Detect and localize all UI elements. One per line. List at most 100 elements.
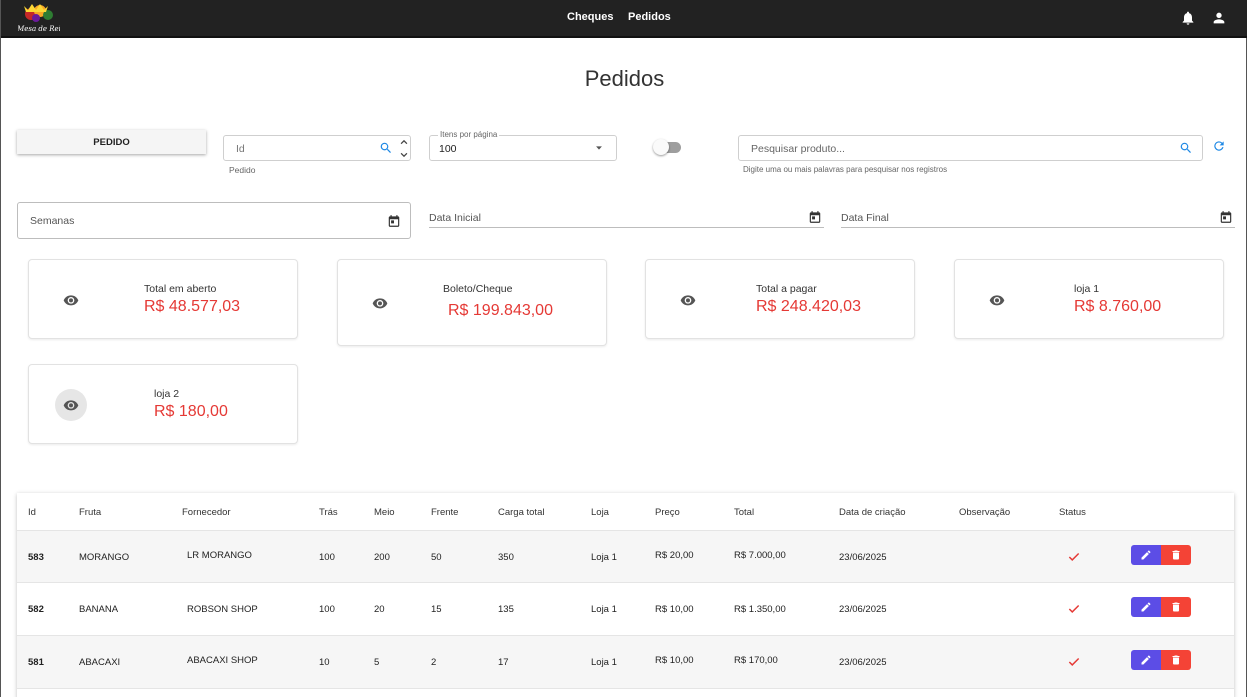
- table-row[interactable]: 583 MORANGO LR MORANGO 100 200 50 350 Lo…: [17, 530, 1234, 583]
- card-value: R$ 180,00: [154, 403, 228, 420]
- pencil-icon: [1141, 602, 1151, 612]
- card-label: Total a pagar: [756, 283, 817, 295]
- card-value: R$ 8.760,00: [1074, 298, 1162, 315]
- semanas-placeholder: Semanas: [30, 215, 75, 227]
- card-total-a-pagar: Total a pagar R$ 248.420,03: [645, 259, 915, 339]
- edit-button[interactable]: [1131, 650, 1161, 670]
- eye-icon[interactable]: [989, 292, 1005, 308]
- col-header-frente[interactable]: Frente: [431, 507, 458, 518]
- data-inicial-input[interactable]: Data Inicial: [429, 208, 824, 228]
- new-pedido-button[interactable]: PEDIDO: [17, 130, 206, 154]
- card-boleto-cheque: Boleto/Cheque R$ 199.843,00: [337, 259, 607, 346]
- id-hint: Pedido: [229, 165, 256, 175]
- edit-button[interactable]: [1131, 597, 1161, 617]
- col-header-meio[interactable]: Meio: [374, 507, 395, 518]
- col-header-carga-total[interactable]: Carga total: [498, 507, 544, 518]
- calendar-icon[interactable]: [387, 214, 401, 228]
- cell-meio: 200: [374, 552, 390, 563]
- table-row[interactable]: [17, 688, 1234, 697]
- col-header-preco[interactable]: Preço: [655, 507, 680, 518]
- table-row[interactable]: 582 BANANA ROBSON SHOP 100 20 15 135 Loj…: [17, 582, 1234, 635]
- table-header: Id Fruta Fornecedor Trás Meio Frente Car…: [17, 493, 1234, 530]
- eye-icon[interactable]: [63, 397, 79, 413]
- pencil-icon: [1141, 550, 1151, 560]
- nav-cheques[interactable]: Cheques: [567, 11, 613, 23]
- logo[interactable]: Mesa de Rei: [18, 2, 60, 35]
- id-input[interactable]: Id: [223, 135, 411, 161]
- pencil-icon: [1141, 655, 1151, 665]
- check-icon: [1068, 657, 1080, 666]
- col-header-fruta[interactable]: Fruta: [79, 507, 101, 518]
- cell-carga: 135: [498, 604, 514, 615]
- toggle-thumb[interactable]: [653, 139, 669, 155]
- data-final-placeholder: Data Final: [841, 212, 889, 224]
- card-label: loja 2: [154, 388, 180, 400]
- delete-button[interactable]: [1161, 545, 1191, 565]
- cell-fornecedor: ROBSON SHOP: [187, 604, 258, 615]
- pedidos-table: Id Fruta Fornecedor Trás Meio Frente Car…: [17, 493, 1234, 697]
- cell-preco: R$ 20,00: [655, 550, 694, 561]
- search-product-input[interactable]: Pesquisar produto...: [738, 135, 1203, 161]
- eye-icon[interactable]: [680, 292, 696, 308]
- cell-data: 23/06/2025: [839, 657, 887, 668]
- cell-loja: Loja 1: [591, 604, 617, 615]
- search-icon[interactable]: [1179, 141, 1193, 155]
- cell-carga: 17: [498, 657, 509, 668]
- cell-id: 583: [28, 552, 44, 563]
- id-placeholder: Id: [236, 143, 245, 155]
- cell-id: 582: [28, 604, 44, 615]
- chevron-up-icon[interactable]: [399, 137, 409, 147]
- data-final-input[interactable]: Data Final: [841, 208, 1235, 228]
- eye-icon[interactable]: [63, 292, 79, 308]
- delete-button[interactable]: [1161, 650, 1191, 670]
- cell-tras: 100: [319, 604, 335, 615]
- cell-id: 581: [28, 657, 44, 668]
- cell-tras: 100: [319, 552, 335, 563]
- cell-frente: 2: [431, 657, 437, 668]
- col-header-fornecedor[interactable]: Fornecedor: [182, 507, 231, 518]
- cell-tras: 10: [319, 657, 330, 668]
- col-header-loja[interactable]: Loja: [591, 507, 609, 518]
- col-header-observacao[interactable]: Observação: [959, 507, 1010, 518]
- trash-icon: [1172, 550, 1180, 560]
- col-header-id[interactable]: Id: [28, 507, 36, 518]
- col-header-data-criacao[interactable]: Data de criação: [839, 507, 906, 518]
- cell-preco: R$ 10,00: [655, 655, 694, 666]
- edit-button[interactable]: [1131, 545, 1161, 565]
- cell-fornecedor: ABACAXI SHOP: [187, 655, 258, 666]
- card-label: Boleto/Cheque: [443, 283, 513, 295]
- col-header-total[interactable]: Total: [734, 507, 754, 518]
- cell-meio: 20: [374, 604, 385, 615]
- calendar-icon[interactable]: [1219, 210, 1233, 224]
- calendar-icon[interactable]: [808, 210, 822, 224]
- table-row[interactable]: 581 ABACAXI ABACAXI SHOP 10 5 2 17 Loja …: [17, 635, 1234, 688]
- cell-frente: 15: [431, 604, 442, 615]
- data-inicial-placeholder: Data Inicial: [429, 212, 481, 224]
- nav-pedidos[interactable]: Pedidos: [628, 11, 671, 23]
- items-per-page-value: 100: [439, 143, 457, 155]
- refresh-icon[interactable]: [1212, 139, 1226, 153]
- check-icon: [1068, 604, 1080, 613]
- dropdown-arrow-icon[interactable]: [594, 143, 604, 153]
- col-header-status[interactable]: Status: [1059, 507, 1086, 518]
- check-icon: [1068, 552, 1080, 561]
- card-loja-2: loja 2 R$ 180,00: [28, 364, 298, 444]
- cell-total: R$ 7.000,00: [734, 550, 786, 561]
- delete-button[interactable]: [1161, 597, 1191, 617]
- search-hint: Digite uma ou mais palavras para pesquis…: [743, 165, 948, 174]
- cell-data: 23/06/2025: [839, 604, 887, 615]
- app-root: Mesa de Rei Cheques Pedidos Pedidos PEDI…: [0, 0, 1247, 697]
- semanas-input[interactable]: Semanas: [17, 202, 411, 239]
- search-icon[interactable]: [379, 141, 393, 155]
- account-icon[interactable]: [1211, 10, 1227, 26]
- col-header-tras[interactable]: Trás: [319, 507, 338, 518]
- eye-icon[interactable]: [372, 295, 388, 311]
- card-value: R$ 248.420,03: [756, 298, 861, 315]
- cell-fruta: MORANGO: [79, 552, 130, 563]
- chevron-down-icon[interactable]: [399, 150, 409, 160]
- bell-icon[interactable]: [1180, 10, 1196, 26]
- cell-fruta: ABACAXI: [79, 657, 121, 668]
- cell-fornecedor: LR MORANGO: [187, 550, 252, 561]
- cell-loja: Loja 1: [591, 552, 617, 563]
- cell-loja: Loja 1: [591, 657, 617, 668]
